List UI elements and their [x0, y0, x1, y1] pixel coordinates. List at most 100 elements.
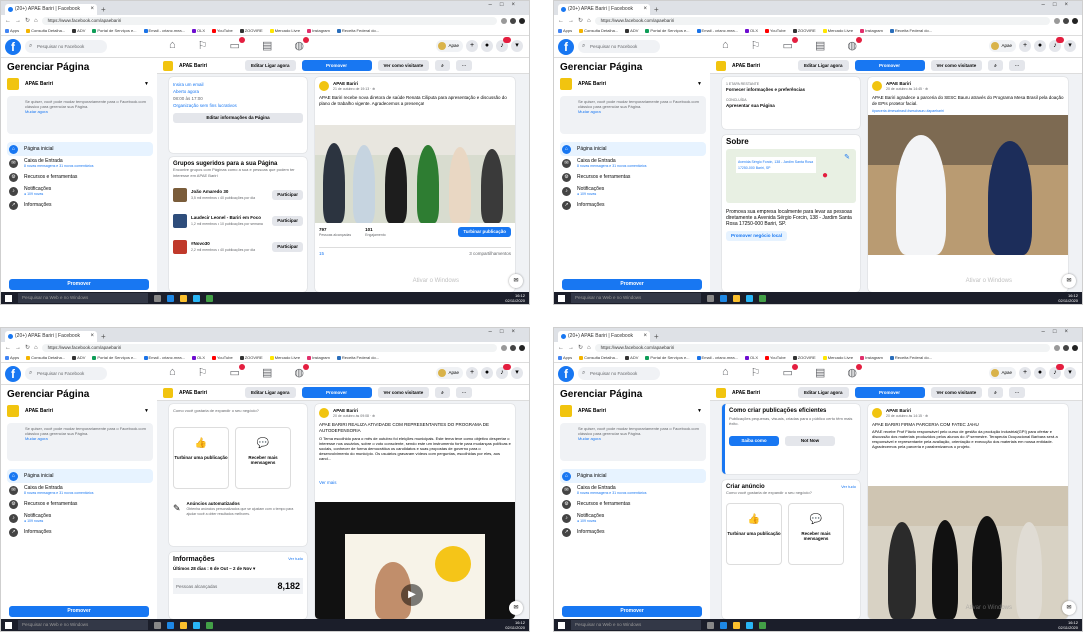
bookmark[interactable]: Mercado Livre: [822, 28, 853, 33]
groups-nav-icon[interactable]: ◍: [847, 37, 862, 52]
close-tab-icon[interactable]: ×: [643, 4, 647, 15]
extension-icon[interactable]: [1054, 344, 1060, 351]
groups-nav-icon[interactable]: ◍: [294, 37, 309, 52]
promote-button[interactable]: Promover: [854, 387, 925, 398]
edit-pencil-icon[interactable]: ✎: [844, 154, 850, 161]
task-view-icon[interactable]: [154, 294, 161, 302]
reload-icon[interactable]: ↻: [578, 17, 583, 24]
back-icon[interactable]: ←: [5, 18, 11, 24]
browser-tab[interactable]: (20+) APAE Bariri | Facebook ×: [558, 331, 650, 342]
close-tab-icon[interactable]: ×: [643, 331, 647, 342]
facebook-logo-icon[interactable]: f: [5, 365, 21, 382]
facebook-logo-icon[interactable]: f: [558, 38, 574, 55]
bookmark[interactable]: YouTube: [212, 28, 233, 33]
page-selector[interactable]: APAE Bariri ▼: [560, 78, 706, 90]
sidebar-promote-button[interactable]: Promover: [9, 279, 149, 290]
sidebar-item-resources[interactable]: ⚙ Recursos e ferramentas: [560, 497, 706, 511]
shares-count[interactable]: 3 compartilhamentos: [469, 251, 511, 256]
search-page-button[interactable]: ⌕: [435, 60, 450, 71]
email-link[interactable]: Insira um email: [173, 81, 303, 88]
bookmark[interactable]: Mercado Livre: [269, 28, 300, 33]
profile-button[interactable]: Apae: [989, 40, 1016, 52]
window-controls[interactable]: –□×: [1042, 329, 1076, 335]
edge-icon[interactable]: [720, 294, 727, 302]
edge-icon[interactable]: [167, 294, 174, 302]
see-all-link[interactable]: Ver tudo: [288, 556, 303, 563]
more-button[interactable]: ···: [1008, 387, 1026, 398]
profile-icon[interactable]: [519, 17, 525, 24]
page-selector[interactable]: APAE Bariri ▼: [560, 405, 706, 417]
step-label[interactable]: Apresentar sua Página: [726, 103, 856, 109]
bookmark[interactable]: OLX: [191, 28, 205, 33]
bookmark[interactable]: Portal de Serviços e...: [645, 28, 690, 33]
windows-start-icon[interactable]: [558, 294, 565, 302]
create-icon[interactable]: +: [1019, 367, 1031, 379]
taskbar-search-input[interactable]: Pesquisar na Web e no Windows: [18, 620, 148, 630]
url-field[interactable]: https://www.facebook.com/apaebariri: [41, 16, 497, 25]
create-icon[interactable]: +: [466, 40, 478, 52]
explorer-icon[interactable]: [733, 294, 740, 302]
switch-now-link[interactable]: Mudar agora: [578, 109, 601, 114]
not-now-button[interactable]: Not Now: [785, 436, 835, 446]
account-menu-icon[interactable]: ▾: [1064, 367, 1076, 379]
account-menu-icon[interactable]: ▾: [511, 40, 523, 52]
more-button[interactable]: ···: [455, 387, 473, 398]
taskbar-search-input[interactable]: Pesquisar na Web e no Windows: [571, 293, 701, 303]
bookmark[interactable]: ADV: [72, 28, 85, 33]
pages-nav-icon[interactable]: ⚐: [751, 39, 761, 52]
home-nav-icon[interactable]: ⌂: [169, 366, 176, 379]
sidebar-item-insights[interactable]: ↗ Informações: [7, 198, 153, 212]
profile-button[interactable]: Apae: [436, 40, 463, 52]
boost-post-option[interactable]: 👍 Turbinar uma publicação: [726, 503, 782, 565]
home-nav-icon[interactable]: ⌂: [722, 39, 729, 52]
page-selector[interactable]: APAE Bariri ▼: [7, 405, 153, 417]
bookmark[interactable]: Email - crianc.mea...: [696, 28, 738, 33]
join-group-button[interactable]: Participar: [272, 216, 303, 226]
sidebar-item-inbox[interactable]: ✉ Caixa de Entrada 8 novas mensagens e 31 …: [560, 156, 706, 170]
switch-now-link[interactable]: Mudar agora: [25, 436, 48, 441]
promote-local-button[interactable]: Promover negócio local: [726, 231, 788, 241]
bookmark[interactable]: Portal de Serviços e...: [92, 28, 137, 33]
store-icon[interactable]: [193, 621, 200, 629]
reload-icon[interactable]: ↻: [25, 17, 30, 24]
windows-start-icon[interactable]: [5, 621, 12, 629]
bookmark[interactable]: Email - crianc.mea...: [143, 28, 185, 33]
forward-icon[interactable]: →: [15, 345, 21, 351]
url-field[interactable]: https://www.facebook.com/apaebariri: [41, 343, 497, 352]
promote-button[interactable]: Promover: [854, 60, 925, 71]
category-link[interactable]: Organização sem fins lucrativos: [173, 102, 303, 109]
bookmark[interactable]: Apps: [5, 28, 19, 33]
bookmark[interactable]: OLX: [744, 355, 758, 360]
new-tab-icon[interactable]: +: [101, 331, 106, 342]
browser-tab[interactable]: (20+) APAE Bariri | Facebook ×: [5, 4, 97, 15]
post-photo[interactable]: [868, 486, 1068, 619]
learn-how-button[interactable]: Saiba como: [729, 436, 779, 446]
bookmark[interactable]: OLX: [744, 28, 758, 33]
extension-icon[interactable]: [1063, 17, 1069, 24]
facebook-search-input[interactable]: Pesquisar no Facebook: [25, 367, 107, 380]
join-group-button[interactable]: Participar: [272, 190, 303, 200]
reload-icon[interactable]: ↻: [578, 344, 583, 351]
taskbar-search-input[interactable]: Pesquisar na Web e no Windows: [18, 293, 148, 303]
bookmark[interactable]: Consulta Detalha...: [26, 355, 65, 360]
view-as-visitor-button[interactable]: Ver como visitante: [930, 60, 983, 71]
search-page-button[interactable]: ⌕: [988, 387, 1003, 398]
post-tags[interactable]: #parceria #mesabrasil #sescbauru #apaeba…: [868, 109, 1068, 113]
new-tab-icon[interactable]: +: [101, 4, 106, 15]
notifications-icon[interactable]: ♪: [496, 37, 511, 52]
bookmark[interactable]: ZOOVIRE: [792, 355, 816, 360]
post-author[interactable]: APAE Bariri: [886, 408, 911, 413]
marketplace-nav-icon[interactable]: ▤: [262, 366, 272, 379]
play-icon[interactable]: ▶: [401, 584, 423, 606]
taskbar-clock[interactable]: 16:12 02/11/2020: [505, 293, 525, 303]
chrome-icon[interactable]: [206, 294, 213, 302]
see-more-link[interactable]: Ver mais: [315, 480, 515, 485]
messenger-icon[interactable]: ●: [1034, 40, 1046, 52]
step-label[interactable]: Fornecer informações e preferências: [726, 87, 856, 93]
extension-icon[interactable]: [510, 17, 516, 24]
switch-now-link[interactable]: Mudar agora: [578, 436, 601, 441]
bookmark[interactable]: Instagram: [860, 355, 883, 360]
home-nav-icon[interactable]: ⌂: [722, 366, 729, 379]
chrome-icon[interactable]: [759, 294, 766, 302]
facebook-logo-icon[interactable]: f: [5, 38, 21, 55]
